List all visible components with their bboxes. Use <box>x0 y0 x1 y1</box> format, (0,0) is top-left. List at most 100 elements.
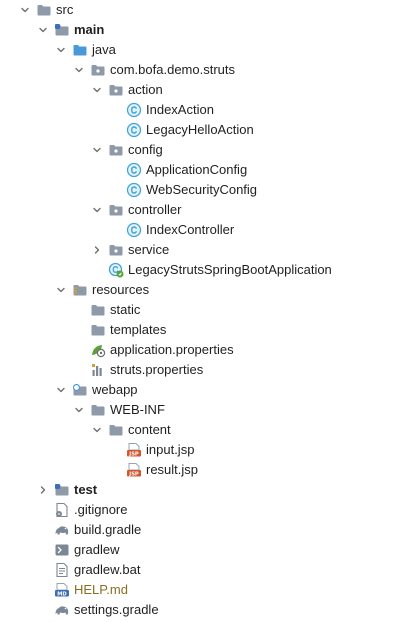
tree-item-label: ApplicationConfig <box>146 162 248 177</box>
chevron-down-icon[interactable] <box>72 400 86 420</box>
tree-item-help-md[interactable]: MD HELP.md <box>0 580 400 600</box>
tree-item-static[interactable]: static <box>0 300 400 320</box>
chevron-right-icon[interactable] <box>90 240 104 260</box>
chevron-down-icon[interactable] <box>18 0 32 20</box>
svg-text:JSP: JSP <box>128 471 139 477</box>
tree-item-resources[interactable]: resources <box>0 280 400 300</box>
tree-item-label: result.jsp <box>146 462 199 477</box>
tree-item-label: settings.gradle <box>74 602 159 617</box>
tree-item-label: test <box>74 482 98 497</box>
tree-item-label: LegacyHelloAction <box>146 122 254 137</box>
tree-item-label: content <box>128 422 171 437</box>
properties-file-icon <box>90 362 106 378</box>
tree-item-label: action <box>128 82 163 97</box>
tree-item-gradlew-bat[interactable]: gradlew.bat <box>0 560 400 580</box>
tree-item-web-inf[interactable]: WEB-INF <box>0 400 400 420</box>
tree-item-label: IndexAction <box>146 102 214 117</box>
tree-item-config[interactable]: config <box>0 140 400 160</box>
tree-item-controller[interactable]: controller <box>0 200 400 220</box>
tree-item-label: webapp <box>92 382 138 397</box>
chevron-down-icon[interactable] <box>72 60 86 80</box>
java-class-icon <box>126 162 142 178</box>
folder-icon <box>36 2 52 18</box>
package-icon <box>108 242 124 258</box>
tree-item-gradlew[interactable]: gradlew <box>0 540 400 560</box>
tree-item-action[interactable]: action <box>0 80 400 100</box>
tree-item-settings-gradle[interactable]: settings.gradle <box>0 600 400 620</box>
tree-item-label: HELP.md <box>74 582 128 597</box>
gradle-icon <box>54 602 70 618</box>
package-icon <box>108 82 124 98</box>
tree-item-label: IndexController <box>146 222 235 237</box>
tree-item-build-gradle[interactable]: build.gradle <box>0 520 400 540</box>
tree-item-application-properties[interactable]: application.properties <box>0 340 400 360</box>
tree-item-result-jsp[interactable]: JSP result.jsp <box>0 460 400 480</box>
package-icon <box>108 202 124 218</box>
module-folder-icon <box>54 22 70 38</box>
tree-item-service[interactable]: service <box>0 240 400 260</box>
tree-item-label: input.jsp <box>146 442 195 457</box>
tree-item-content[interactable]: content <box>0 420 400 440</box>
spring-properties-icon <box>90 342 106 358</box>
spring-boot-class-icon <box>108 262 124 278</box>
tree-item-label: java <box>92 42 116 57</box>
tree-item-label: LegacyStrutsSpringBootApplication <box>128 262 332 277</box>
tree-item-webapp[interactable]: webapp <box>0 380 400 400</box>
shell-script-icon <box>54 542 70 558</box>
chevron-down-icon[interactable] <box>90 200 104 220</box>
tree-item-struts-properties[interactable]: struts.properties <box>0 360 400 380</box>
jsp-file-icon: JSP <box>126 462 142 478</box>
gitignore-file-icon <box>54 502 70 518</box>
chevron-down-icon[interactable] <box>90 140 104 160</box>
tree-item-label: application.properties <box>110 342 234 357</box>
tree-item-applicationconfig[interactable]: ApplicationConfig <box>0 160 400 180</box>
chevron-down-icon[interactable] <box>90 80 104 100</box>
source-folder-icon <box>72 42 88 58</box>
folder-icon <box>90 322 106 338</box>
chevron-down-icon[interactable] <box>90 420 104 440</box>
chevron-down-icon[interactable] <box>54 40 68 60</box>
chevron-right-icon[interactable] <box>36 480 50 500</box>
chevron-down-icon[interactable] <box>36 20 50 40</box>
tree-item-indexcontroller[interactable]: IndexController <box>0 220 400 240</box>
tree-item-label: build.gradle <box>74 522 142 537</box>
tree-item-websecurityconfig[interactable]: WebSecurityConfig <box>0 180 400 200</box>
tree-item-label: main <box>74 22 105 37</box>
chevron-down-icon[interactable] <box>54 380 68 400</box>
tree-item-label: resources <box>92 282 150 297</box>
tree-item-label: templates <box>110 322 167 337</box>
tree-item-label: controller <box>128 202 182 217</box>
tree-item-gitignore[interactable]: .gitignore <box>0 500 400 520</box>
svg-text:JSP: JSP <box>128 451 139 457</box>
java-class-icon <box>126 182 142 198</box>
tree-item-legacyhelloaction[interactable]: LegacyHelloAction <box>0 120 400 140</box>
tree-item-label: struts.properties <box>110 362 204 377</box>
tree-item-templates[interactable]: templates <box>0 320 400 340</box>
tree-item-label: gradlew <box>74 542 120 557</box>
chevron-down-icon[interactable] <box>54 280 68 300</box>
folder-icon <box>90 402 106 418</box>
tree-item-label: service <box>128 242 170 257</box>
package-icon <box>108 142 124 158</box>
tree-item-com-bofa-demo-struts[interactable]: com.bofa.demo.struts <box>0 60 400 80</box>
tree-item-label: src <box>56 2 74 17</box>
tree-item-legacystrutsspringbootapplication[interactable]: LegacyStrutsSpringBootApplication <box>0 260 400 280</box>
tree-item-label: gradlew.bat <box>74 562 141 577</box>
tree-item-input-jsp[interactable]: JSP input.jsp <box>0 440 400 460</box>
tree-item-label: WebSecurityConfig <box>146 182 258 197</box>
tree-item-main[interactable]: main <box>0 20 400 40</box>
tree-item-src[interactable]: src <box>0 0 400 20</box>
tree-item-test[interactable]: test <box>0 480 400 500</box>
tree-item-java[interactable]: java <box>0 40 400 60</box>
text-file-icon <box>54 562 70 578</box>
svg-text:MD: MD <box>57 591 67 597</box>
tree-item-label: .gitignore <box>74 502 128 517</box>
tree-item-label: static <box>110 302 141 317</box>
java-class-icon <box>126 102 142 118</box>
java-class-icon <box>126 122 142 138</box>
folder-icon <box>90 302 106 318</box>
tree-item-label: com.bofa.demo.struts <box>110 62 235 77</box>
tree-item-indexaction[interactable]: IndexAction <box>0 100 400 120</box>
tree-item-label: config <box>128 142 163 157</box>
java-class-icon <box>126 222 142 238</box>
